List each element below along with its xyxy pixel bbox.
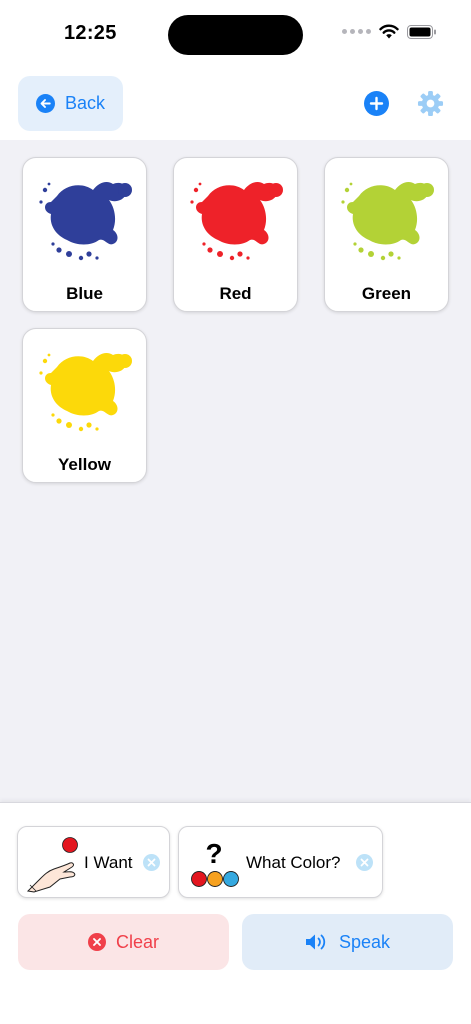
speak-button[interactable]: Speak xyxy=(242,914,453,970)
close-icon xyxy=(360,858,369,867)
add-icon[interactable] xyxy=(364,91,389,116)
clear-button[interactable]: Clear xyxy=(18,914,229,970)
green-paint-splash-icon xyxy=(341,182,434,261)
app-screen: 12:25 Back Blue Red Green Yellow I Want … xyxy=(0,0,471,1024)
question-colors-icon: ? xyxy=(191,838,239,887)
sentence-chip-i-want[interactable]: I Want xyxy=(17,826,170,898)
wifi-icon xyxy=(379,24,399,39)
gear-icon[interactable] xyxy=(417,90,444,117)
remove-chip-button[interactable] xyxy=(143,854,160,871)
svg-text:?: ? xyxy=(205,838,222,869)
tile-label: Yellow xyxy=(58,455,111,474)
chip-label: What Color? xyxy=(246,853,341,872)
speak-button-label: Speak xyxy=(338,931,391,952)
close-icon xyxy=(147,858,156,867)
back-button[interactable]: Back xyxy=(18,76,123,131)
tile-label: Blue xyxy=(66,284,103,303)
cellular-icon xyxy=(342,29,371,34)
sentence-chip-what-color[interactable]: ? What Color? xyxy=(178,826,383,898)
chip-label: I Want xyxy=(84,853,133,872)
top-bar: 12:25 Back xyxy=(0,0,471,140)
color-tile-yellow[interactable]: Yellow xyxy=(22,328,147,483)
dynamic-island xyxy=(168,15,303,55)
clear-button-label: Clear xyxy=(115,931,159,952)
back-button-label: Back xyxy=(64,93,106,113)
tile-label: Red xyxy=(219,284,252,303)
blue-paint-splash-icon xyxy=(39,182,132,261)
status-icons xyxy=(342,24,437,39)
color-tile-green[interactable]: Green xyxy=(324,157,449,312)
status-time: 12:25 xyxy=(64,22,117,44)
color-tile-blue[interactable]: Blue xyxy=(22,157,147,312)
red-paint-splash-icon xyxy=(190,182,283,261)
hand-holding-ball-icon xyxy=(26,837,78,893)
tile-label: Green xyxy=(361,284,412,303)
color-tile-red[interactable]: Red xyxy=(173,157,298,312)
speaker-icon xyxy=(305,934,326,950)
remove-chip-button[interactable] xyxy=(356,854,373,871)
battery-icon xyxy=(407,24,436,39)
yellow-paint-splash-icon xyxy=(39,353,132,432)
clear-icon xyxy=(87,933,106,951)
back-arrow-icon xyxy=(35,94,55,113)
